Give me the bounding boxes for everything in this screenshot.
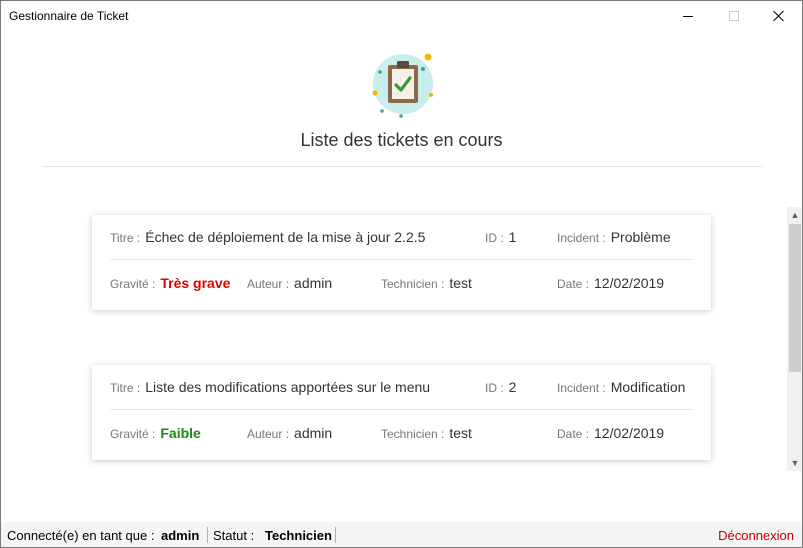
- ticket-technician-field: Technicien : test: [381, 275, 472, 291]
- title-label: Titre :: [110, 231, 141, 245]
- date-label: Date :: [557, 427, 590, 441]
- status-bar: Connecté(e) en tant que : admin Statut :…: [1, 522, 802, 547]
- ticket-severity: Très grave: [160, 275, 231, 291]
- status-value: Technicien: [265, 528, 332, 543]
- ticket-id-field: ID : 2: [485, 379, 516, 395]
- technician-label: Technicien :: [381, 427, 445, 441]
- clipboard-check-icon: [372, 53, 433, 118]
- scroll-up-button[interactable]: ▲: [787, 207, 802, 223]
- ticket-title-field: Titre : Liste des modifications apportées…: [110, 379, 430, 395]
- chevron-down-icon: ▼: [790, 458, 800, 468]
- scroll-down-button[interactable]: ▼: [787, 455, 802, 471]
- ticket-id: 2: [508, 379, 517, 395]
- id-label: ID :: [485, 231, 504, 245]
- ticket-incident-field: Incident : Modification: [557, 379, 685, 395]
- date-label: Date :: [557, 277, 590, 291]
- minimize-button[interactable]: [665, 1, 711, 31]
- title-label: Titre :: [110, 381, 141, 395]
- author-label: Auteur :: [247, 427, 290, 441]
- technician-label: Technicien :: [381, 277, 445, 291]
- ticket-incident: Modification: [610, 379, 686, 395]
- ticket-date: 12/02/2019: [594, 275, 665, 291]
- ticket-technician: test: [449, 425, 472, 441]
- maximize-icon: [729, 11, 739, 21]
- ticket-author: admin: [294, 275, 333, 291]
- ticket-incident: Problème: [610, 229, 671, 245]
- maximize-button[interactable]: [711, 1, 757, 31]
- ticket-date-field: Date : 12/02/2019: [557, 425, 664, 441]
- ticket-technician: test: [449, 275, 472, 291]
- page-title: Liste des tickets en cours: [300, 130, 503, 150]
- ticket-technician-field: Technicien : test: [381, 425, 472, 441]
- header-divider: [42, 166, 763, 167]
- connected-label: Connecté(e) en tant que :: [7, 528, 155, 543]
- app-window: Gestionnaire de Ticket Liste des tickets…: [0, 0, 803, 548]
- status-label: Statut :: [213, 528, 255, 543]
- close-button[interactable]: [756, 1, 802, 31]
- card-divider: [110, 409, 694, 410]
- logout-link[interactable]: Déconnexion: [718, 528, 794, 543]
- window-title: Gestionnaire de Ticket: [9, 9, 129, 23]
- ticket-date-field: Date : 12/02/2019: [557, 275, 664, 291]
- ticket-title: Échec de déploiement de la mise à jour 2…: [145, 229, 426, 245]
- ticket-incident-field: Incident : Problème: [557, 229, 671, 245]
- ticket-card[interactable]: Titre : Échec de déploiement de la mise à…: [92, 215, 711, 310]
- ticket-severity: Faible: [160, 425, 201, 441]
- card-divider: [110, 259, 694, 260]
- severity-label: Gravité :: [110, 277, 156, 291]
- scroll-thumb[interactable]: [789, 224, 801, 372]
- ticket-id-field: ID : 1: [485, 229, 516, 245]
- ticket-title: Liste des modifications apportées sur le…: [145, 379, 431, 395]
- title-bar[interactable]: Gestionnaire de Ticket: [1, 1, 802, 31]
- status-separator: [207, 527, 208, 543]
- minimize-icon: [683, 15, 693, 17]
- incident-label: Incident :: [557, 231, 606, 245]
- close-icon: [773, 10, 785, 22]
- ticket-date: 12/02/2019: [594, 425, 665, 441]
- incident-label: Incident :: [557, 381, 606, 395]
- ticket-id: 1: [508, 229, 517, 245]
- connected-user: admin: [161, 528, 200, 543]
- ticket-severity-field: Gravité : Faible: [110, 425, 201, 441]
- chevron-up-icon: ▲: [790, 210, 800, 220]
- ticket-title-field: Titre : Échec de déploiement de la mise à…: [110, 229, 425, 245]
- status-separator: [335, 527, 336, 543]
- ticket-severity-field: Gravité : Très grave: [110, 275, 230, 291]
- ticket-author: admin: [294, 425, 333, 441]
- ticket-card[interactable]: Titre : Liste des modifications apportées…: [92, 365, 711, 460]
- author-label: Auteur :: [247, 277, 290, 291]
- ticket-author-field: Auteur : admin: [247, 425, 332, 441]
- severity-label: Gravité :: [110, 427, 156, 441]
- ticket-author-field: Auteur : admin: [247, 275, 332, 291]
- id-label: ID :: [485, 381, 504, 395]
- vertical-scrollbar[interactable]: ▲ ▼: [787, 207, 802, 471]
